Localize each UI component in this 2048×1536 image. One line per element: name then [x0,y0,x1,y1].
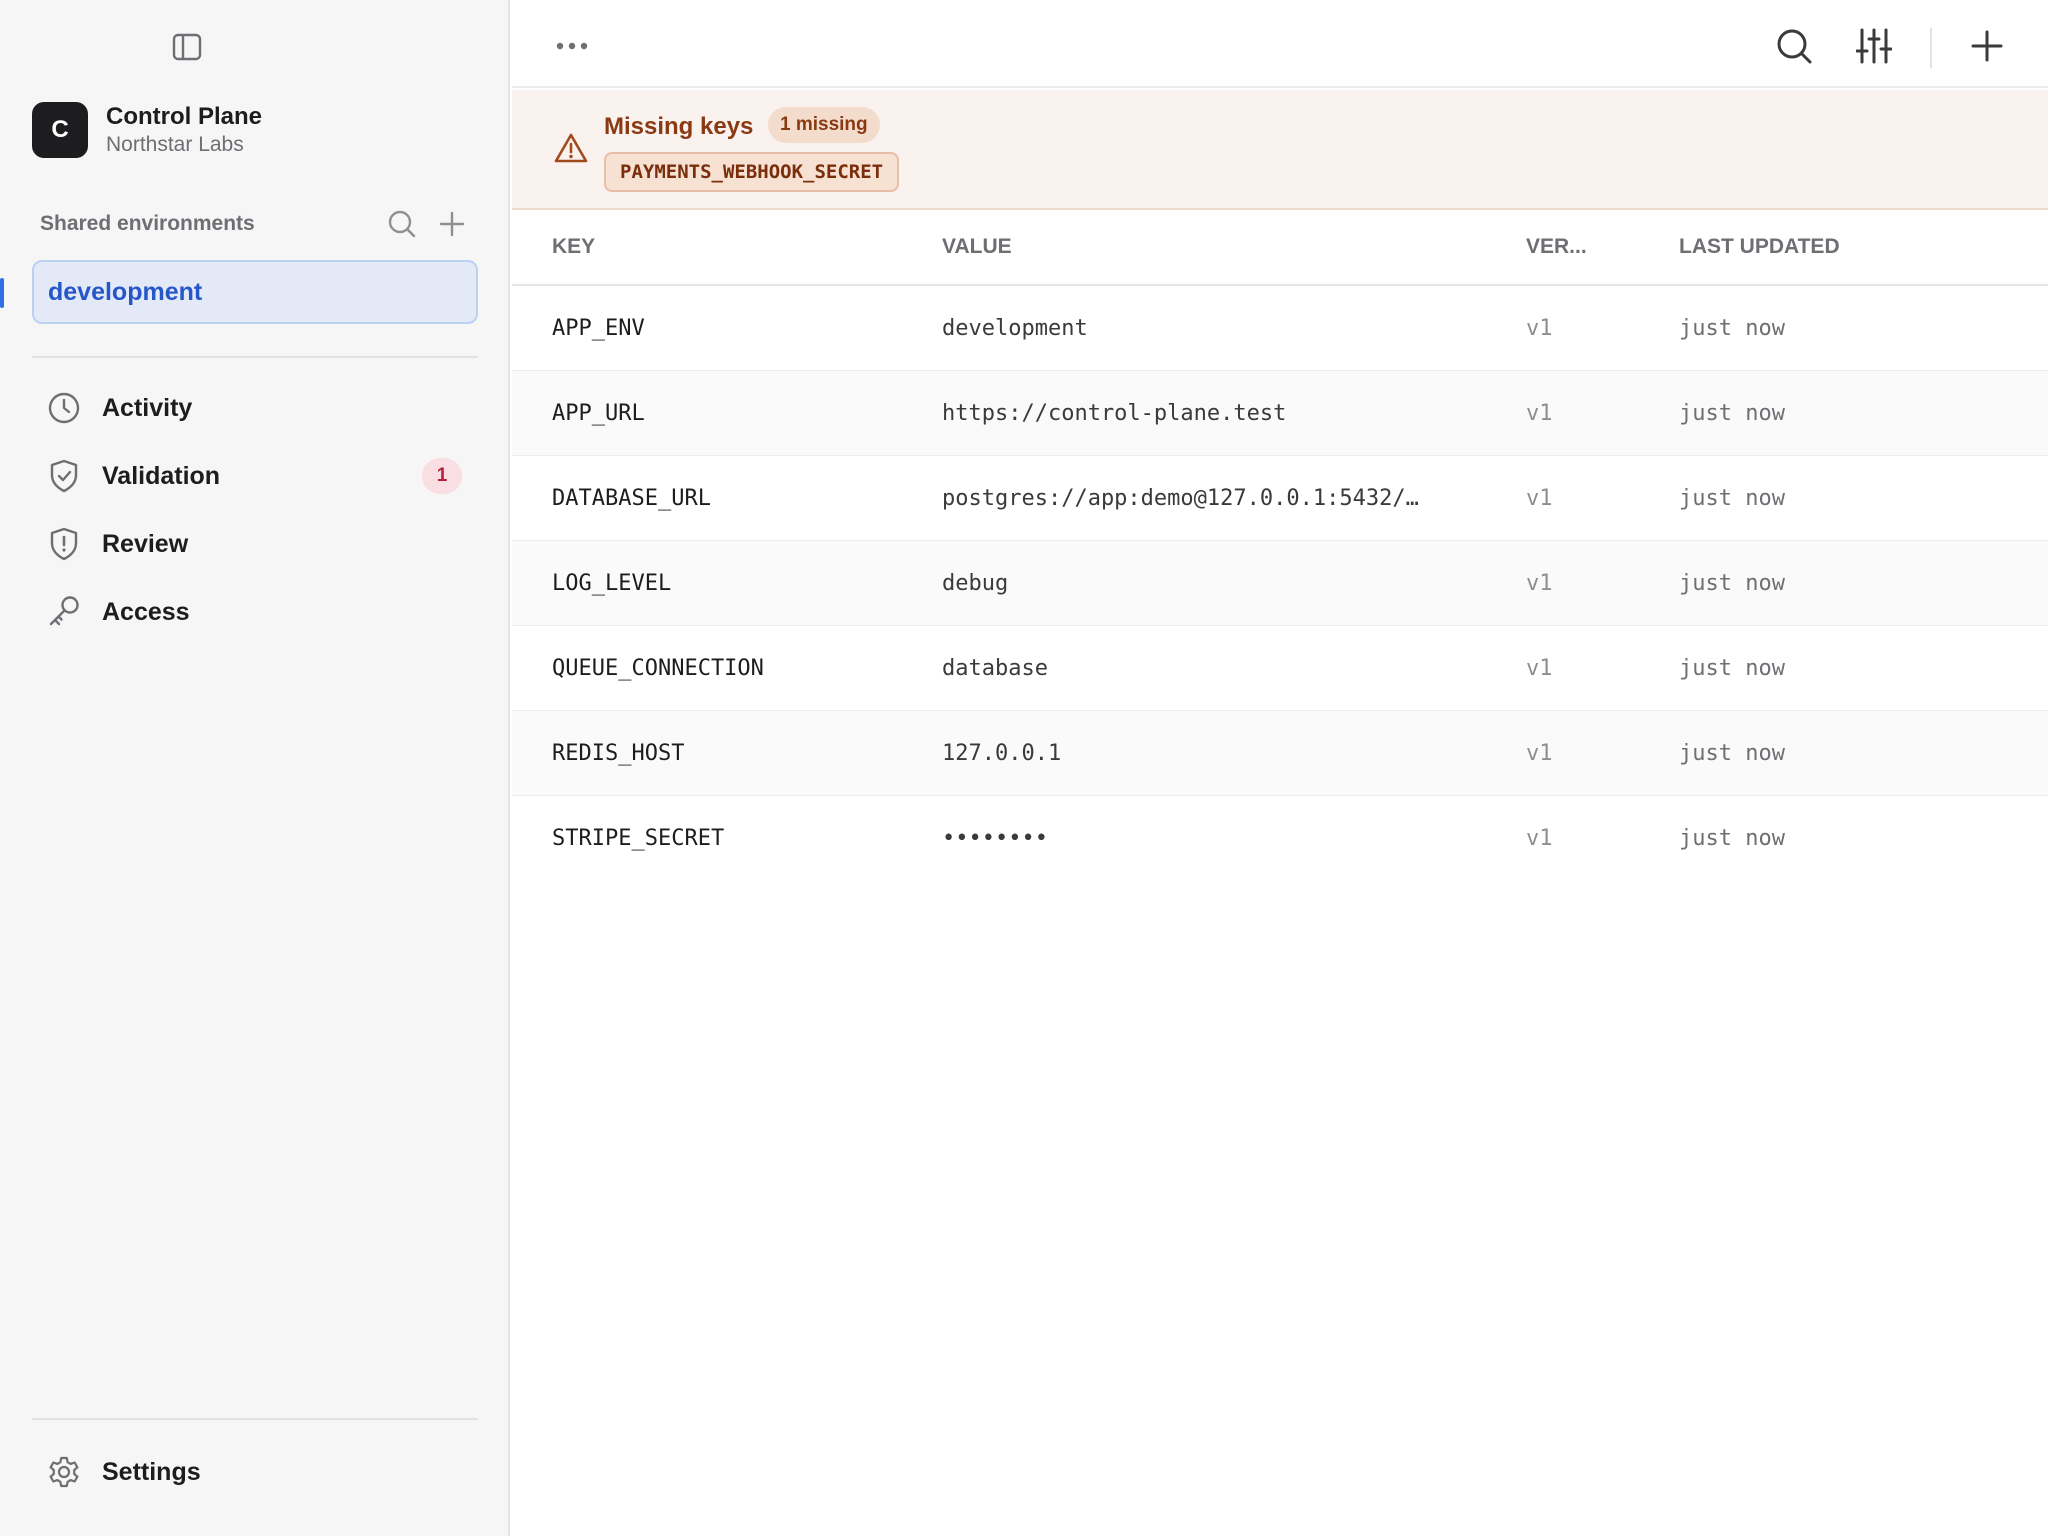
cell-key: APP_URL [552,400,645,426]
environments-header: Shared environments [40,206,470,242]
cell-version: v1 [1526,570,1553,596]
cell-value: •••••••• [942,826,1048,851]
search-button[interactable] [1772,24,1816,68]
table-row[interactable]: STRIPE_SECRET •••••••• v1 just now [512,796,2048,881]
sliders-icon [1856,28,1892,64]
search-icon [1777,29,1812,64]
nav-item-review[interactable]: Review [32,510,478,578]
cell-key: DATABASE_URL [552,485,711,511]
filters-button[interactable] [1852,24,1896,68]
nav-item-label: Settings [102,1457,201,1486]
cell-last-updated: just now [1679,400,1785,426]
cell-value: 127.0.0.1 [942,740,1062,766]
workspace-org: Northstar Labs [106,133,244,156]
table-row[interactable]: APP_ENV development v1 just now [512,286,2048,371]
cell-value: database [942,655,1048,681]
sidebar-toggle-icon [172,33,202,61]
cell-version: v1 [1526,400,1553,426]
key-icon [32,592,96,632]
sidebar-footer-divider [32,1418,478,1420]
plus-icon [439,211,465,237]
table-row[interactable]: REDIS_HOST 127.0.0.1 v1 just now [512,711,2048,796]
column-header-value[interactable]: VALUE [942,235,1526,259]
sidebar-toggle-button[interactable] [170,30,204,64]
more-options-button[interactable] [550,24,594,68]
alert-title: Missing keys [604,113,754,140]
cell-key: QUEUE_CONNECTION [552,655,764,681]
column-header-key[interactable]: KEY [512,235,942,259]
cell-key: LOG_LEVEL [552,570,672,596]
cell-version: v1 [1526,485,1553,511]
nav-item-activity[interactable]: Activity [32,374,478,442]
cell-last-updated: just now [1679,655,1785,681]
missing-key-chip[interactable]: PAYMENTS_WEBHOOK_SECRET [604,152,900,192]
workspace-info: Control Plane Northstar Labs [106,102,262,158]
cell-version: v1 [1526,740,1553,766]
workspace-name: Control Plane [106,103,263,130]
gear-icon [32,1452,96,1492]
cell-value: postgres://app:demo@127.0.0.1:5432/… [942,485,1419,511]
search-icon [388,210,416,238]
workspace-switcher[interactable]: C Control Plane Northstar Labs [32,102,262,158]
cell-value: development [942,315,1088,341]
nav-item-label: Review [102,529,189,558]
variables-table: KEY VALUE VER... LAST UPDATED APP_ENV de… [512,210,2048,881]
column-header-last-updated[interactable]: LAST UPDATED [1679,235,2048,259]
table-header: KEY VALUE VER... LAST UPDATED [512,210,2048,286]
more-horizontal-icon [556,42,588,50]
table-row[interactable]: QUEUE_CONNECTION database v1 just now [512,626,2048,711]
cell-version: v1 [1526,826,1553,851]
warning-triangle-icon [554,133,588,163]
table-row[interactable]: LOG_LEVEL debug v1 just now [512,541,2048,626]
nav-item-settings[interactable]: Settings [32,1438,478,1506]
toolbar [512,0,2048,88]
environment-label: development [48,277,203,306]
active-environment-indicator [0,278,4,308]
cell-key: REDIS_HOST [552,740,685,766]
sidebar-divider [32,356,478,358]
plus-icon [1971,30,2003,62]
sidebar: C Control Plane Northstar Labs Shared en… [0,0,510,1536]
table-row[interactable]: APP_URL https://control-plane.test v1 ju… [512,371,2048,456]
cell-value: debug [942,570,1009,596]
environment-item-development[interactable]: development [32,260,478,324]
cell-last-updated: just now [1679,740,1785,766]
shield-alert-icon [32,524,96,564]
missing-count-badge: 1 missing [768,107,880,143]
toolbar-separator [1930,28,1932,68]
workspace-avatar: C [32,102,88,158]
cell-key: STRIPE_SECRET [552,826,725,851]
cell-last-updated: just now [1679,485,1785,511]
add-environment-button[interactable] [434,206,470,242]
environments-header-label: Shared environments [40,212,255,235]
validation-count-badge: 1 [422,458,462,494]
column-header-version[interactable]: VER... [1526,235,1679,259]
cell-last-updated: just now [1679,826,1785,851]
nav-item-validation[interactable]: Validation 1 [32,442,478,510]
cell-version: v1 [1526,315,1553,341]
search-environments-button[interactable] [384,206,420,242]
nav-item-label: Access [102,597,190,626]
cell-value: https://control-plane.test [942,400,1287,426]
cell-last-updated: just now [1679,570,1785,596]
main-content: Missing keys 1 missing PAYMENTS_WEBHOOK_… [512,0,2048,1536]
nav-item-access[interactable]: Access [32,578,478,646]
sidebar-nav: Activity Validation 1 Review Access [32,374,478,646]
shield-check-icon [32,456,96,496]
table-row[interactable]: DATABASE_URL postgres://app:demo@127.0.0… [512,456,2048,541]
cell-key: APP_ENV [552,315,645,341]
nav-item-label: Activity [102,393,193,422]
add-variable-button[interactable] [1965,24,2009,68]
cell-version: v1 [1526,655,1553,681]
clock-icon [32,388,96,428]
missing-keys-alert: Missing keys 1 missing PAYMENTS_WEBHOOK_… [512,90,2048,210]
cell-last-updated: just now [1679,315,1785,341]
